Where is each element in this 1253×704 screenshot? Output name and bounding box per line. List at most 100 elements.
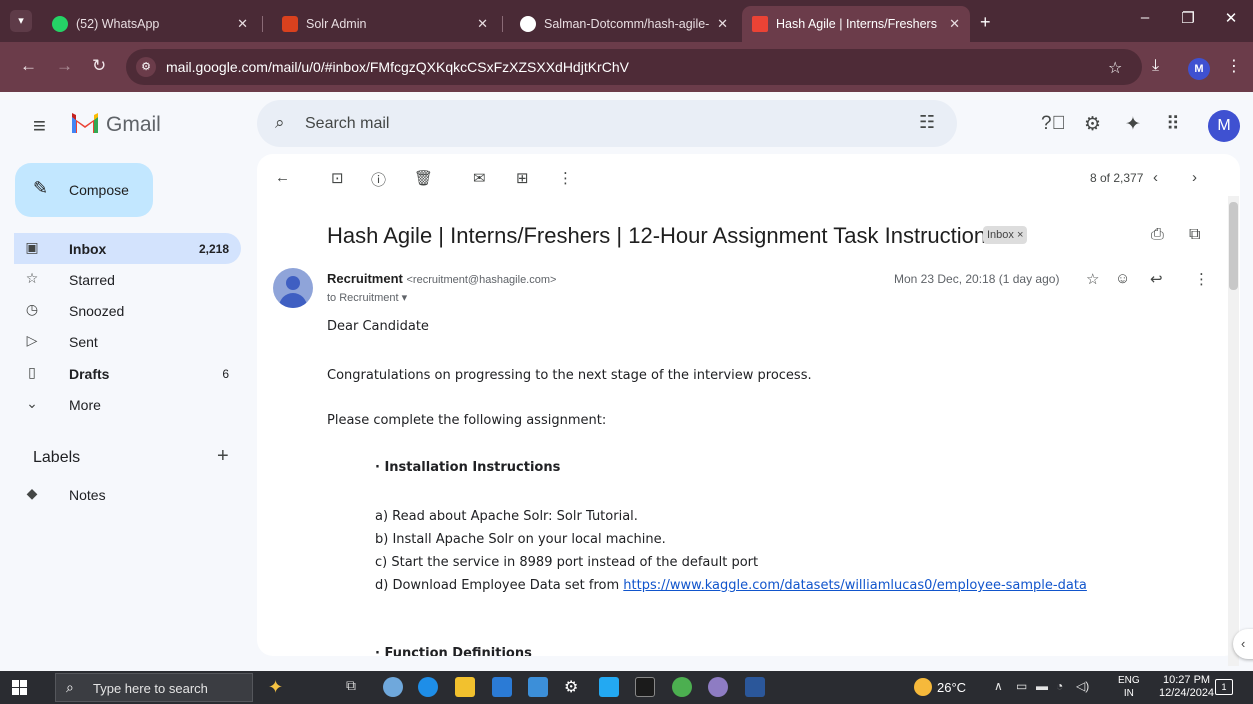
tab-github[interactable]: Salman-Dotcomm/hash-agile-2 ✕ xyxy=(510,6,738,42)
file-explorer-icon[interactable] xyxy=(455,677,475,697)
sender-avatar[interactable] xyxy=(273,268,313,308)
recipient-dropdown[interactable]: to Recruitment ▾ xyxy=(327,291,407,304)
tab-search-chevron-icon[interactable]: ▾ xyxy=(10,10,32,32)
omnibox[interactable]: ⚙ mail.google.com/mail/u/0/#inbox/FMfcgz… xyxy=(126,49,1142,85)
app-icon[interactable] xyxy=(383,677,403,697)
url-text[interactable]: mail.google.com/mail/u/0/#inbox/FMfcgzQX… xyxy=(166,59,629,75)
dataset-link[interactable]: https://www.kaggle.com/datasets/williaml… xyxy=(623,578,1087,593)
sidebar-item-starred[interactable]: ☆ Starred xyxy=(14,264,241,295)
app-icon[interactable] xyxy=(708,677,728,697)
task-view-icon[interactable]: ⧉ xyxy=(346,677,366,697)
windows-start-icon[interactable] xyxy=(12,680,28,696)
sidebar-item-inbox[interactable]: ▣ Inbox 2,218 xyxy=(14,233,241,264)
back-arrow-icon[interactable]: ← xyxy=(20,56,37,76)
help-icon[interactable]: ?⃝ xyxy=(1041,113,1066,135)
terminal-icon[interactable] xyxy=(635,677,655,697)
inbox-icon: ▣ xyxy=(25,239,39,255)
browser-profile-avatar[interactable]: M xyxy=(1188,58,1210,80)
mail-icon[interactable] xyxy=(528,677,548,697)
print-icon[interactable]: ⎙ xyxy=(1151,226,1164,244)
tab-whatsapp[interactable]: (52) WhatsApp ✕ xyxy=(42,6,258,42)
delete-icon[interactable]: 🗑︎ xyxy=(414,169,433,187)
reply-icon[interactable]: ↩ xyxy=(1150,270,1163,288)
close-tab-icon[interactable]: ✕ xyxy=(949,16,960,32)
sidebar-item-sent[interactable]: ▷ Sent xyxy=(14,326,241,357)
unread-count: 2,218 xyxy=(198,242,229,256)
gmail-logo-icon[interactable] xyxy=(70,110,100,136)
sidebar-item-notes[interactable]: ◆ Notes xyxy=(14,479,241,510)
browser-menu-icon[interactable]: ⋮ xyxy=(1226,56,1242,76)
search-bar[interactable]: ⌕ Search mail ☷ xyxy=(257,100,957,147)
gmail-brand-text[interactable]: Gmail xyxy=(106,113,161,137)
search-icon: ⌕ xyxy=(66,679,74,695)
newer-chevron-icon[interactable]: ‹ xyxy=(1153,169,1158,186)
more-actions-icon[interactable]: ⋮ xyxy=(558,169,573,187)
vscode-icon[interactable] xyxy=(599,677,619,697)
archive-icon[interactable]: ⊡ xyxy=(331,169,344,187)
sidebar-item-more[interactable]: ⌄ More xyxy=(14,389,241,420)
forward-arrow-icon[interactable]: → xyxy=(56,56,73,76)
star-message-icon[interactable]: ☆ xyxy=(1086,270,1099,288)
report-spam-icon[interactable]: ⓘ xyxy=(371,169,386,190)
close-tab-icon[interactable]: ✕ xyxy=(237,16,248,32)
tab-gmail-active[interactable]: Hash Agile | Interns/Freshers | 1 ✕ xyxy=(742,6,970,42)
search-icon[interactable]: ⌕ xyxy=(275,113,285,133)
weather-temperature[interactable]: 26°C xyxy=(937,680,966,695)
sidebar-item-snoozed[interactable]: ◷ Snoozed xyxy=(14,295,241,326)
store-icon[interactable] xyxy=(492,677,512,697)
sender-line: Recruitment <recruitment@hashagile.com> xyxy=(327,271,556,286)
language-indicator[interactable]: ENG IN xyxy=(1118,674,1140,700)
region-code: IN xyxy=(1123,688,1134,699)
notification-center-icon[interactable]: 1 xyxy=(1215,679,1233,695)
taskbar-search-box[interactable]: ⌕ Type here to search xyxy=(55,673,253,702)
main-menu-icon[interactable]: ≡ xyxy=(33,113,46,139)
compose-button[interactable]: ✎ Compose xyxy=(15,163,153,217)
body-paragraph: Please complete the following assignment… xyxy=(327,413,607,428)
wifi-icon[interactable]: ◔ xyxy=(1056,679,1063,693)
sender-name[interactable]: Recruitment xyxy=(327,271,403,286)
tab-separator xyxy=(502,16,503,32)
close-tab-icon[interactable]: ✕ xyxy=(717,16,728,32)
bookmark-star-icon[interactable]: ☆ xyxy=(1108,58,1122,78)
taskbar-clock[interactable]: 10:27 PM 12/24/2024 xyxy=(1159,674,1214,700)
chrome-icon[interactable] xyxy=(672,677,692,697)
sidebar-item-drafts[interactable]: ▯ Drafts 6 xyxy=(14,358,241,389)
volume-icon[interactable]: ◁) xyxy=(1076,679,1089,693)
restore-icon[interactable]: ❐ xyxy=(1173,9,1203,27)
settings-gear-icon[interactable]: ⚙ xyxy=(564,677,584,697)
apps-grid-icon[interactable]: ⠿ xyxy=(1166,113,1180,136)
move-to-icon[interactable]: ⊞ xyxy=(516,169,529,187)
edge-icon[interactable] xyxy=(418,677,438,697)
show-hidden-icons-chevron-icon[interactable]: ∧ xyxy=(994,679,1003,693)
inbox-label-chip[interactable]: Inbox × xyxy=(983,226,1028,244)
emoji-react-icon[interactable]: ☺ xyxy=(1115,270,1130,287)
search-input[interactable]: Search mail xyxy=(305,115,389,133)
battery-icon[interactable]: ▬ xyxy=(1036,679,1048,693)
weather-icon[interactable] xyxy=(914,678,932,696)
minimize-icon[interactable]: – xyxy=(1130,9,1160,26)
back-to-inbox-icon[interactable]: ← xyxy=(275,169,290,186)
close-window-icon[interactable]: ✕ xyxy=(1216,9,1246,27)
open-new-window-icon[interactable]: ⧉ xyxy=(1189,226,1200,244)
older-chevron-icon[interactable]: › xyxy=(1192,169,1197,186)
word-icon[interactable] xyxy=(745,677,765,697)
download-icon[interactable]: ⤓ xyxy=(1152,57,1159,75)
search-options-icon[interactable]: ☷ xyxy=(919,112,935,133)
mark-unread-icon[interactable]: ✉ xyxy=(473,169,486,187)
copilot-sparkle-icon[interactable]: ✦ xyxy=(268,677,288,697)
close-tab-icon[interactable]: ✕ xyxy=(477,16,488,32)
new-tab-plus-icon[interactable]: + xyxy=(980,12,991,33)
reload-icon[interactable]: ↻ xyxy=(92,56,106,76)
add-label-icon[interactable]: + xyxy=(217,445,229,468)
gemini-sparkle-icon[interactable]: ✦ xyxy=(1125,113,1141,136)
settings-gear-icon[interactable]: ⚙ xyxy=(1084,113,1101,136)
message-more-icon[interactable]: ⋮ xyxy=(1194,270,1209,288)
site-info-icon[interactable]: ⚙ xyxy=(136,57,156,77)
taskbar-search-input[interactable]: Type here to search xyxy=(93,681,208,696)
account-avatar[interactable]: M xyxy=(1208,110,1240,142)
sidebar-item-label: Snoozed xyxy=(69,303,125,319)
instruction-item: b) Install Apache Solr on your local mac… xyxy=(375,532,666,547)
scrollbar-thumb[interactable] xyxy=(1229,202,1238,290)
network-icon[interactable]: ▭ xyxy=(1016,679,1027,693)
tab-solr-admin[interactable]: Solr Admin ✕ xyxy=(272,6,498,42)
